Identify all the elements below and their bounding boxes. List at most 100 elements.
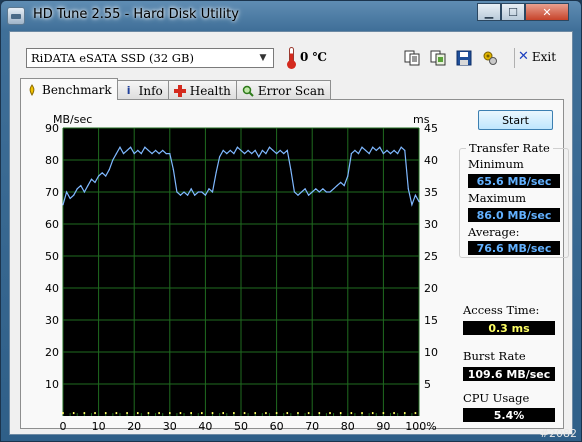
start-button[interactable]: Start: [478, 110, 553, 130]
exit-icon: ✕: [518, 49, 529, 64]
maximize-button[interactable]: ☐: [501, 3, 525, 21]
access-time-point: [297, 412, 299, 415]
access-time-point: [382, 412, 385, 415]
transfer-rate-point: [137, 149, 139, 151]
thermometer-icon: [286, 47, 296, 69]
tab-benchmark[interactable]: Benchmark: [20, 78, 118, 100]
transfer-rate-point: [226, 153, 228, 155]
transfer-rate-point: [418, 201, 420, 203]
access-time-point: [169, 412, 171, 415]
cpu-usage-label: CPU Usage: [463, 391, 530, 405]
transfer-rate-point: [65, 191, 68, 193]
transfer-rate-point: [233, 153, 235, 155]
transfer-rate-point: [393, 149, 395, 151]
drive-select[interactable]: RiDATA eSATA SSD (32 GB) ▼: [26, 48, 274, 68]
transfer-rate-point: [229, 149, 231, 151]
transfer-rate-point: [283, 153, 285, 155]
transfer-rate-title: Transfer Rate: [466, 141, 553, 155]
transfer-rate-point: [158, 153, 160, 155]
tab-label: Error Scan: [257, 83, 325, 98]
transfer-rate-group: Transfer Rate Minimum 65.6 MB/sec Maximu…: [459, 141, 569, 258]
transfer-rate-point: [340, 181, 342, 183]
transfer-rate-point: [201, 191, 203, 193]
transfer-rate-point: [105, 175, 107, 177]
app-window: HD Tune 2.55 - Hard Disk Utility ▁ ☐ ✕ R…: [0, 0, 582, 442]
watermark: #2082: [539, 427, 577, 440]
transfer-rate-point: [279, 149, 281, 151]
x-tick-label: 70: [305, 420, 319, 430]
access-time-point: [329, 412, 331, 415]
transfer-rate-point: [119, 146, 121, 148]
transfer-rate-point: [414, 194, 417, 196]
transfer-rate-point: [261, 149, 263, 151]
copy-icon: [404, 50, 420, 66]
chevron-down-icon[interactable]: ▼: [255, 50, 271, 66]
access-time-point: [201, 412, 203, 415]
transfer-rate-point: [361, 146, 363, 148]
toolbar-separator: [514, 48, 515, 68]
exit-button[interactable]: ✕ Exit: [518, 49, 556, 64]
save-button[interactable]: [454, 48, 474, 68]
x-tick-label: 10: [92, 420, 106, 430]
transfer-rate-point: [197, 191, 199, 193]
y-tick-label: 90: [45, 122, 59, 135]
transfer-rate-point: [254, 149, 256, 151]
copy-screenshot-button[interactable]: [428, 48, 448, 68]
transfer-rate-point: [90, 178, 93, 180]
transfer-rate-point: [179, 194, 182, 196]
x-tick-label: 80: [341, 420, 355, 430]
close-button[interactable]: ✕: [525, 3, 569, 21]
access-time-point: [233, 412, 235, 415]
tab-info[interactable]: i Info: [116, 80, 169, 100]
options-button[interactable]: [480, 48, 500, 68]
toolbar: RiDATA eSATA SSD (32 GB) ▼ 0 ℃ ✕ Exit: [10, 32, 572, 76]
transfer-rate-point: [407, 188, 409, 190]
y-tick-label: 70: [45, 186, 59, 199]
title-bar[interactable]: HD Tune 2.55 - Hard Disk Utility ▁ ☐ ✕: [1, 1, 581, 31]
access-time-point: [72, 412, 75, 415]
cpu-usage-value: 5.4%: [463, 408, 555, 422]
access-time-point: [190, 412, 192, 415]
y2-tick-label: 30: [424, 218, 438, 231]
transfer-rate-point: [311, 191, 313, 193]
error-scan-icon: [242, 85, 254, 97]
copy-button[interactable]: [402, 48, 422, 68]
transfer-rate-point: [101, 172, 103, 174]
temperature-readout: 0 ℃: [300, 50, 327, 64]
transfer-rate-point: [411, 204, 413, 206]
access-time-point: [307, 412, 310, 415]
exit-label: Exit: [531, 49, 557, 64]
access-time-value: 0.3 ms: [463, 321, 555, 335]
x-tick-label: 60: [270, 420, 284, 430]
tab-health[interactable]: Health: [167, 80, 237, 100]
maximum-label: Maximum: [468, 191, 527, 205]
results-sidebar: Start Transfer Rate Minimum 65.6 MB/sec …: [455, 100, 569, 430]
transfer-rate-point: [154, 149, 157, 151]
transfer-rate-point: [144, 146, 146, 148]
access-time-point: [254, 412, 257, 415]
minimize-button[interactable]: ▁: [477, 3, 501, 21]
transfer-rate-point: [190, 188, 192, 190]
transfer-rate-point: [151, 153, 153, 155]
access-time-point: [265, 412, 267, 415]
transfer-rate-point: [389, 153, 392, 155]
benchmark-icon: [26, 83, 38, 96]
y-tick-label: 50: [45, 250, 59, 263]
y2-tick-label: 35: [424, 186, 438, 199]
transfer-rate-point: [176, 191, 178, 193]
tab-label: Health: [189, 83, 231, 98]
y2-tick-label: 40: [424, 154, 438, 167]
transfer-rate-point: [265, 153, 267, 155]
tab-error-scan[interactable]: Error Scan: [235, 80, 331, 100]
transfer-rate-point: [187, 194, 189, 196]
benchmark-chart: MB/sec ms 10 20 30 40 50 60 70 80 90 5 10 15 20 25 30…: [21, 100, 441, 433]
access-time-point: [62, 412, 64, 415]
tab-label: Info: [138, 83, 163, 98]
transfer-rate-point: [379, 146, 381, 148]
y2-tick-label: 5: [424, 378, 431, 391]
transfer-rate-point: [194, 194, 196, 196]
y-tick-label: 60: [45, 218, 59, 231]
transfer-rate-point: [318, 191, 320, 193]
y-tick-label: 80: [45, 154, 59, 167]
access-time-point: [147, 412, 150, 415]
